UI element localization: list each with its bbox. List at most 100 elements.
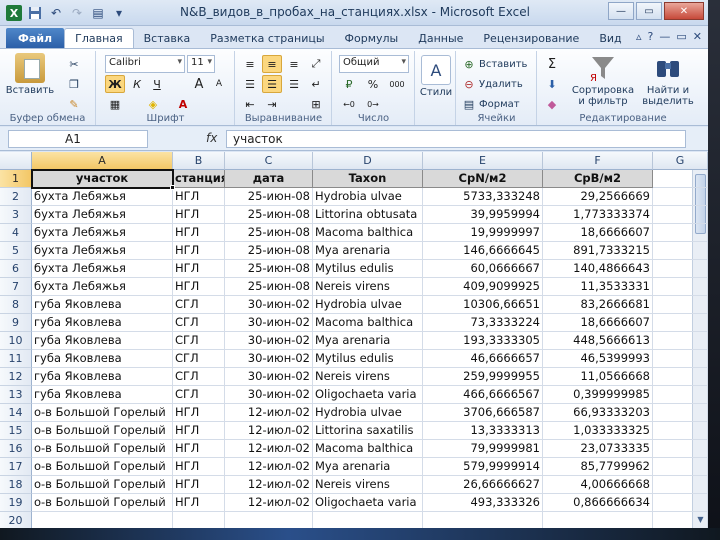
table-cell[interactable]: Oligochaeta varia: [313, 494, 423, 512]
redo-icon[interactable]: ↷: [69, 5, 85, 21]
table-cell[interactable]: 1,033333325: [543, 422, 653, 440]
row-header[interactable]: 2: [0, 188, 32, 206]
form-icon[interactable]: ▤: [90, 5, 106, 21]
formula-input[interactable]: участок: [226, 130, 686, 148]
format-cells-button[interactable]: ▤ Формат: [461, 95, 520, 113]
table-cell[interactable]: [653, 332, 708, 350]
increase-indent-icon[interactable]: ⇥: [262, 95, 282, 113]
table-cell[interactable]: 146,6666645: [423, 242, 543, 260]
table-cell[interactable]: 0,866666634: [543, 494, 653, 512]
table-cell[interactable]: [653, 386, 708, 404]
fill-color-icon[interactable]: ◈: [143, 95, 163, 113]
row-header[interactable]: 3: [0, 206, 32, 224]
excel-logo-icon[interactable]: X: [6, 5, 22, 21]
row-header[interactable]: 13: [0, 386, 32, 404]
wrap-text-icon[interactable]: ↵: [306, 75, 326, 93]
row-header[interactable]: 17: [0, 458, 32, 476]
table-cell[interactable]: 30-июн-02: [225, 368, 313, 386]
table-cell[interactable]: [653, 350, 708, 368]
header-cell[interactable]: станция: [173, 170, 225, 188]
tab-view[interactable]: Вид: [589, 28, 631, 48]
decrease-font-button[interactable]: A: [209, 75, 229, 93]
table-cell[interactable]: НГЛ: [173, 206, 225, 224]
undo-icon[interactable]: ↶: [48, 5, 64, 21]
table-cell[interactable]: Hydrobia ulvae: [313, 296, 423, 314]
table-cell[interactable]: 25-июн-08: [225, 260, 313, 278]
table-cell[interactable]: 73,3333224: [423, 314, 543, 332]
table-cell[interactable]: 79,9999981: [423, 440, 543, 458]
bold-button[interactable]: Ж: [105, 75, 125, 93]
delete-cells-button[interactable]: ⊖ Удалить: [461, 75, 522, 93]
clear-icon[interactable]: ◆: [542, 95, 562, 113]
tab-data[interactable]: Данные: [408, 28, 473, 48]
align-right-icon[interactable]: ☰: [284, 75, 304, 93]
insert-function-icon[interactable]: fx: [206, 131, 217, 145]
table-cell[interactable]: 30-июн-02: [225, 332, 313, 350]
row-header[interactable]: 9: [0, 314, 32, 332]
table-cell[interactable]: 18,6666607: [543, 224, 653, 242]
table-cell[interactable]: 0,399999985: [543, 386, 653, 404]
table-cell[interactable]: 30-июн-02: [225, 296, 313, 314]
underline-button[interactable]: Ч: [147, 75, 167, 93]
row-header[interactable]: 18: [0, 476, 32, 494]
table-cell[interactable]: 5733,333248: [423, 188, 543, 206]
table-cell[interactable]: СГЛ: [173, 350, 225, 368]
header-cell[interactable]: Taxon: [313, 170, 423, 188]
table-cell[interactable]: [313, 512, 423, 528]
table-cell[interactable]: бухта Лебяжья: [32, 278, 173, 296]
styles-button[interactable]: A Стили: [418, 55, 454, 98]
table-cell[interactable]: 3706,666587: [423, 404, 543, 422]
tab-file[interactable]: Файл: [6, 28, 65, 48]
table-cell[interactable]: [653, 458, 708, 476]
table-cell[interactable]: Macoma balthica: [313, 440, 423, 458]
row-header[interactable]: 6: [0, 260, 32, 278]
percent-button[interactable]: %: [363, 75, 383, 93]
table-cell[interactable]: НГЛ: [173, 494, 225, 512]
table-cell[interactable]: НГЛ: [173, 476, 225, 494]
table-cell[interactable]: 448,5666613: [543, 332, 653, 350]
header-cell[interactable]: CpN/м2: [423, 170, 543, 188]
tab-formulas[interactable]: Формулы: [335, 28, 409, 48]
table-cell[interactable]: 1,773333374: [543, 206, 653, 224]
cut-button[interactable]: ✂: [66, 55, 84, 73]
table-cell[interactable]: [653, 206, 708, 224]
table-cell[interactable]: 12-июл-02: [225, 458, 313, 476]
row-header[interactable]: 19: [0, 494, 32, 512]
row-header[interactable]: 8: [0, 296, 32, 314]
table-cell[interactable]: о-в Большой Горелый: [32, 404, 173, 422]
decrease-indent-icon[interactable]: ⇤: [240, 95, 260, 113]
table-cell[interactable]: НГЛ: [173, 440, 225, 458]
table-cell[interactable]: губа Яковлева: [32, 368, 173, 386]
table-cell[interactable]: НГЛ: [173, 404, 225, 422]
row-header[interactable]: 5: [0, 242, 32, 260]
maximize-button[interactable]: ▭: [636, 2, 662, 20]
header-cell[interactable]: CpB/м2: [543, 170, 653, 188]
row-header[interactable]: 12: [0, 368, 32, 386]
tab-home[interactable]: Главная: [64, 28, 134, 48]
table-cell[interactable]: о-в Большой Горелый: [32, 476, 173, 494]
table-cell[interactable]: 493,333326: [423, 494, 543, 512]
table-cell[interactable]: Littorina saxatilis: [313, 422, 423, 440]
table-cell[interactable]: 19,9999997: [423, 224, 543, 242]
table-cell[interactable]: [653, 404, 708, 422]
table-cell[interactable]: [653, 278, 708, 296]
row-header[interactable]: 7: [0, 278, 32, 296]
align-middle-icon[interactable]: ≡: [262, 55, 282, 73]
table-cell[interactable]: НГЛ: [173, 260, 225, 278]
table-cell[interactable]: 23,0733335: [543, 440, 653, 458]
table-cell[interactable]: Nereis virens: [313, 476, 423, 494]
table-cell[interactable]: [653, 242, 708, 260]
table-cell[interactable]: 12-июл-02: [225, 494, 313, 512]
table-cell[interactable]: [653, 260, 708, 278]
table-cell[interactable]: СГЛ: [173, 332, 225, 350]
table-cell[interactable]: 10306,66651: [423, 296, 543, 314]
column-header-d[interactable]: D: [313, 152, 423, 170]
table-cell[interactable]: Mytilus edulis: [313, 350, 423, 368]
font-size-combo[interactable]: 11: [187, 55, 215, 73]
table-cell[interactable]: 46,6666657: [423, 350, 543, 368]
table-cell[interactable]: НГЛ: [173, 278, 225, 296]
table-cell[interactable]: Hydrobia ulvae: [313, 188, 423, 206]
table-cell[interactable]: СГЛ: [173, 314, 225, 332]
row-header[interactable]: 4: [0, 224, 32, 242]
font-name-combo[interactable]: Calibri: [105, 55, 185, 73]
